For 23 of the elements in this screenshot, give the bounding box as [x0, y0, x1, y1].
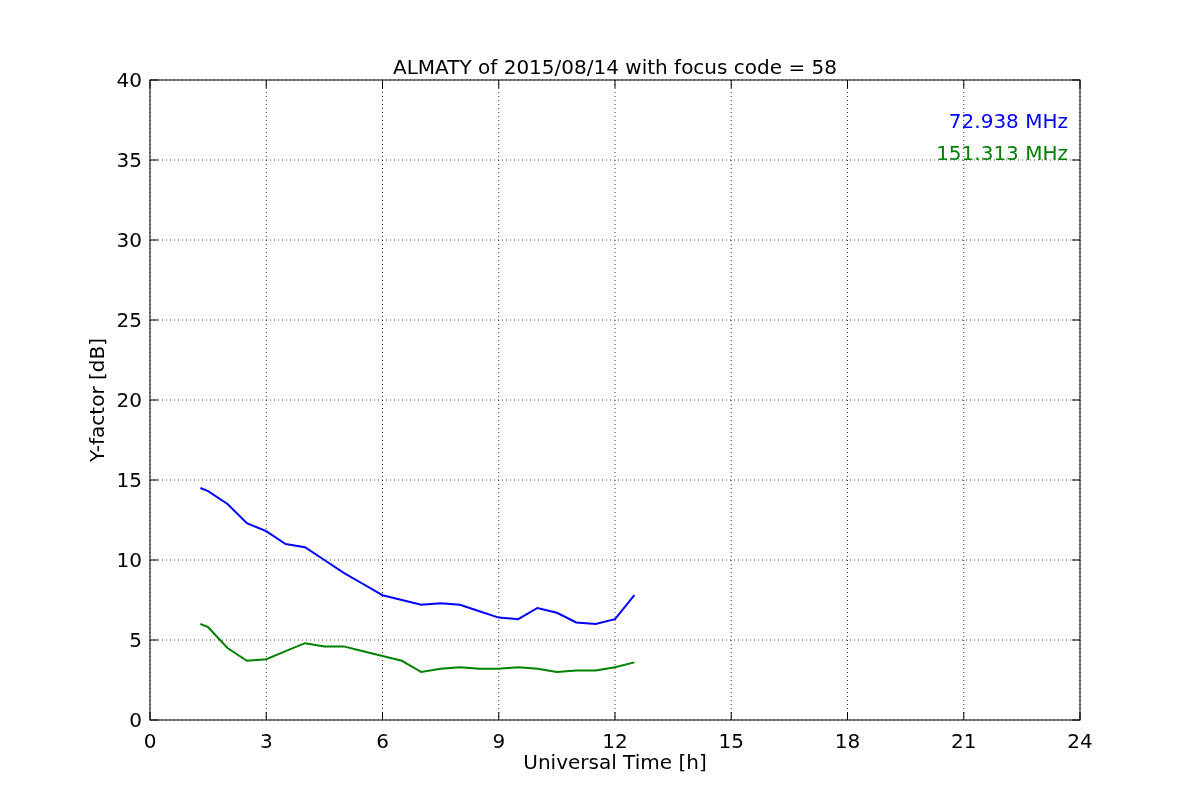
x-tick-label: 3 [259, 729, 273, 753]
y-tick-label: 20 [116, 388, 142, 412]
y-tick-label: 40 [116, 68, 142, 92]
legend-label: 151.313 MHz [936, 141, 1068, 165]
y-tick-label: 0 [129, 708, 142, 732]
x-tick-label: 18 [834, 729, 861, 753]
x-axis-label: Universal Time [h] [523, 750, 707, 774]
chart-title: ALMATY of 2015/08/14 with focus code = 58 [393, 55, 837, 79]
x-tick-label: 0 [143, 729, 157, 753]
y-tick-label: 5 [129, 628, 142, 652]
x-tick-label: 6 [376, 729, 389, 753]
x-tick-label: 24 [1067, 729, 1093, 753]
y-tick-label: 30 [116, 228, 142, 252]
x-tick-label: 9 [492, 729, 506, 753]
x-tick-label: 15 [718, 729, 744, 753]
y-axis-label: Y-factor [dB] [85, 338, 109, 462]
y-tick-label: 15 [116, 468, 142, 492]
y-tick-label: 35 [116, 148, 142, 172]
y-tick-label: 25 [116, 308, 142, 332]
y-tick-label: 10 [116, 548, 142, 572]
legend-label: 72.938 MHz [948, 109, 1068, 133]
x-tick-label: 21 [951, 729, 977, 753]
x-tick-label: 12 [602, 729, 628, 753]
